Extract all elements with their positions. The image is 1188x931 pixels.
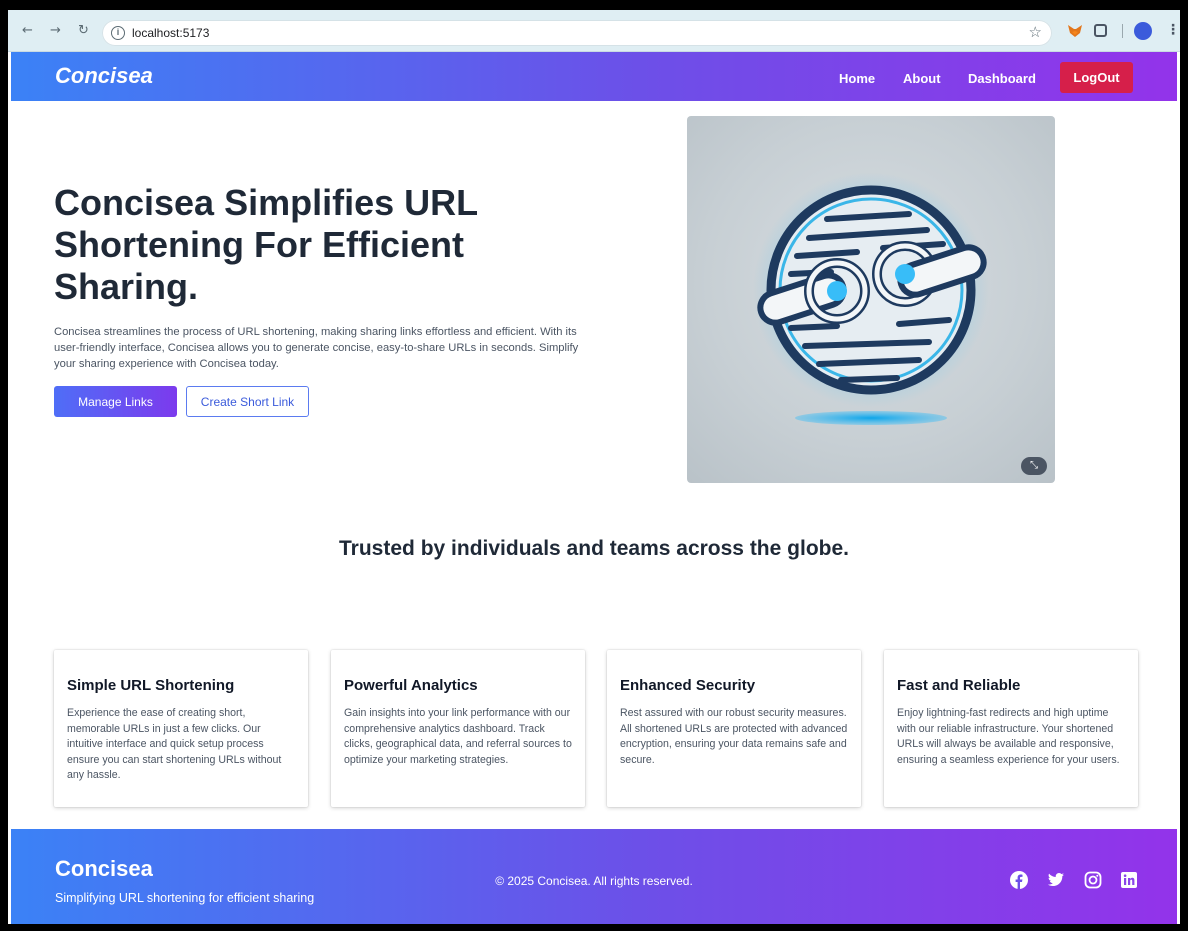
facebook-icon[interactable]	[1010, 871, 1028, 889]
footer-tagline: Simplifying URL shortening for efficient…	[55, 891, 315, 905]
feature-description: Rest assured with our robust security me…	[620, 707, 848, 766]
browser-toolbar: ← → ↻ i localhost:5173 ☆ ⋮	[8, 10, 1180, 52]
feature-card: Simple URL Shortening Experience the eas…	[54, 650, 308, 807]
feature-title: Simple URL Shortening	[67, 677, 235, 694]
feature-title: Enhanced Security	[620, 677, 756, 694]
navbar-brand-logo[interactable]: Concisea	[55, 63, 153, 89]
browser-menu-icon[interactable]: ⋮	[1166, 22, 1180, 40]
feature-title: Powerful Analytics	[344, 677, 478, 694]
site-footer: Concisea Simplifying URL shortening for …	[11, 829, 1177, 924]
forward-icon[interactable]: →	[50, 23, 61, 38]
feature-description: Experience the ease of creating short, m…	[67, 707, 282, 781]
nav-home-link[interactable]: Home	[839, 71, 875, 86]
toolbar-divider	[1122, 24, 1123, 38]
feature-description: Gain insights into your link performance…	[344, 707, 572, 766]
extensions-puzzle-icon[interactable]	[1094, 24, 1107, 37]
address-bar[interactable]: i localhost:5173 ☆	[102, 20, 1052, 46]
site-info-icon[interactable]: i	[111, 26, 125, 40]
linkedin-icon[interactable]	[1120, 871, 1138, 889]
address-bar-url[interactable]: localhost:5173	[132, 26, 209, 40]
nav-dashboard-link[interactable]: Dashboard	[968, 71, 1036, 86]
hero-title: Concisea Simplifies URL Shortening For E…	[54, 182, 478, 307]
nav-about-link[interactable]: About	[903, 71, 941, 86]
footer-copyright: © 2025 Concisea. All rights reserved.	[495, 874, 693, 888]
feature-card: Fast and Reliable Enjoy lightning-fast r…	[884, 650, 1138, 807]
reload-icon[interactable]: ↻	[78, 23, 89, 38]
twitter-icon[interactable]	[1047, 871, 1065, 889]
profile-avatar-icon[interactable]	[1134, 22, 1152, 40]
create-short-link-button[interactable]: Create Short Link	[186, 386, 309, 417]
feature-description: Enjoy lightning-fast redirects and high …	[897, 707, 1120, 766]
back-icon[interactable]: ←	[22, 23, 33, 38]
manage-links-button[interactable]: Manage Links	[54, 386, 177, 417]
trusted-heading: Trusted by individuals and teams across …	[339, 537, 849, 560]
feature-card: Powerful Analytics Gain insights into yo…	[331, 650, 585, 807]
feature-title: Fast and Reliable	[897, 677, 1021, 694]
site-navbar: Concisea Home About Dashboard LogOut	[11, 52, 1177, 101]
image-edit-icon[interactable]: ⤡	[1021, 457, 1047, 475]
logout-button[interactable]: LogOut	[1060, 62, 1133, 93]
hero-illustration: ⤡	[687, 116, 1055, 483]
feature-card: Enhanced Security Rest assured with our …	[607, 650, 861, 807]
instagram-icon[interactable]	[1084, 871, 1102, 889]
bookmark-star-icon[interactable]: ☆	[1029, 23, 1042, 41]
chain-link-globe-icon	[753, 172, 989, 425]
browser-window: ← → ↻ i localhost:5173 ☆ ⋮ Concisea Home…	[8, 10, 1180, 924]
metamask-extension-icon[interactable]	[1066, 22, 1084, 40]
hero-description: Concisea streamlines the process of URL …	[54, 326, 579, 370]
